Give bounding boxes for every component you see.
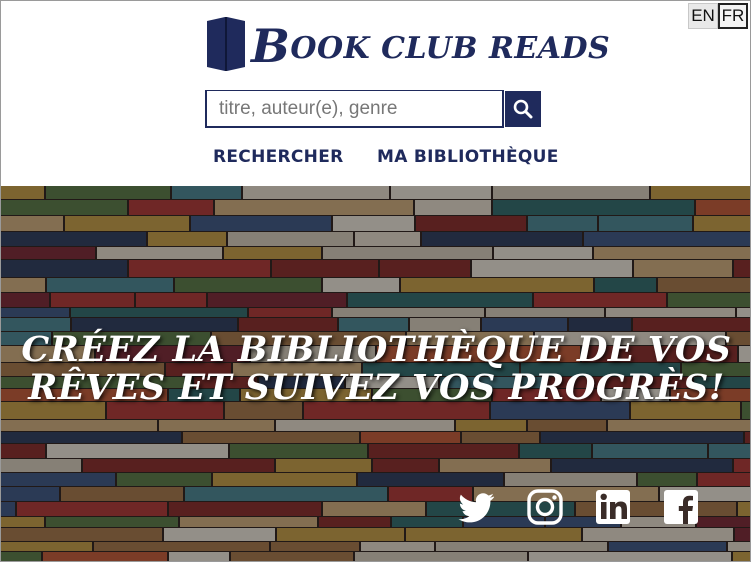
search-bar [205,90,541,128]
language-fr-button[interactable]: FR [718,3,748,29]
search-input[interactable] [205,90,504,128]
hero-banner: Créez la bibliothèque de vos rêves et su… [1,186,750,561]
search-icon [513,99,533,119]
logo-initial: B [251,19,291,73]
nav-library-link[interactable]: MA BIBLIOTHÈQUE [377,147,559,167]
twitter-icon[interactable] [458,488,496,526]
language-en-button[interactable]: EN [688,3,718,29]
search-button[interactable] [505,91,541,127]
facebook-icon[interactable] [662,488,700,526]
book-icon [207,17,245,71]
logo-rest: OOK CLUB READS [290,31,611,66]
site-header: EN FR BOOK CLUB READS RECHERCHER MA BIBL… [1,1,750,186]
social-links [458,488,700,526]
logo-wordmark: BOOK CLUB READS [251,15,611,73]
site-logo[interactable]: BOOK CLUB READS [205,15,610,73]
hero-tagline: Créez la bibliothèque de vos rêves et su… [1,329,750,408]
tagline-line-1: Créez la bibliothèque de vos [21,329,732,370]
page-frame: EN FR BOOK CLUB READS RECHERCHER MA BIBL… [0,0,751,562]
language-switch: EN FR [688,3,748,29]
tagline-line-2: rêves et suivez vos progrès! [28,367,725,408]
instagram-icon[interactable] [526,488,564,526]
nav-search-link[interactable]: RECHERCHER [213,147,344,167]
linkedin-icon[interactable] [594,488,632,526]
